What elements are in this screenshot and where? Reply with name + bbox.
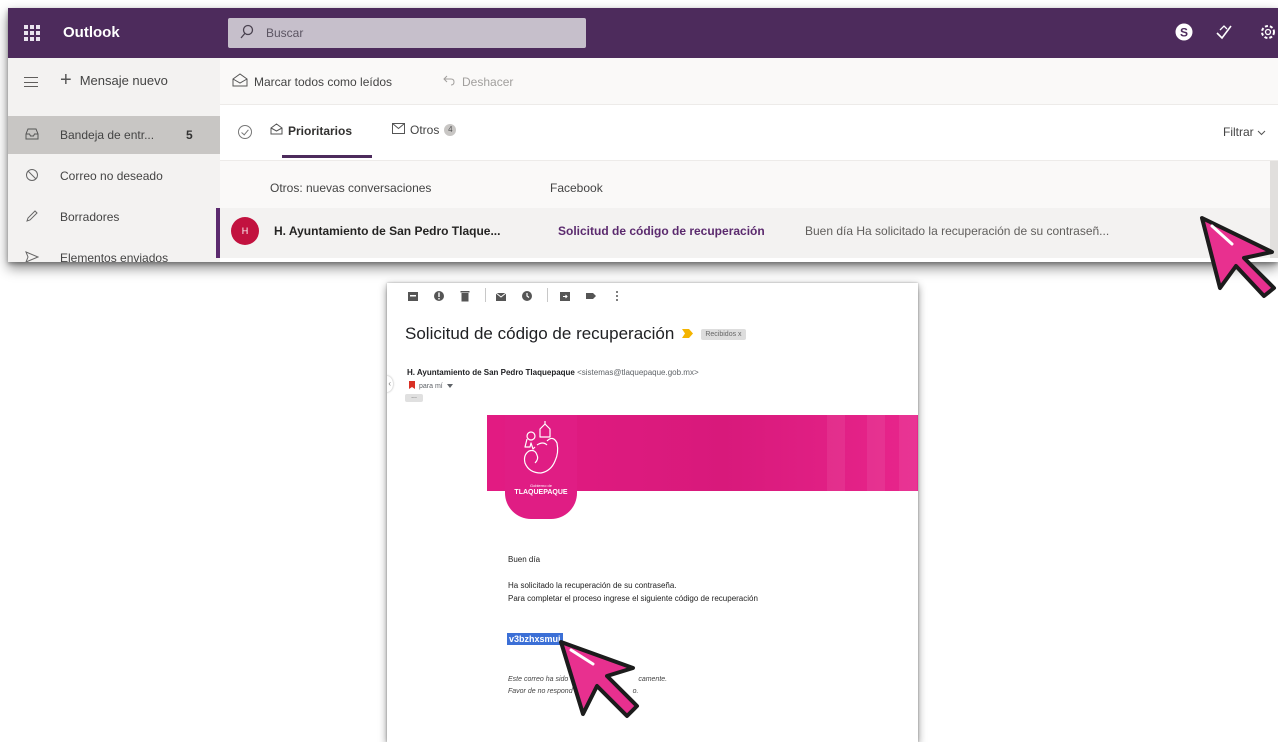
- mouse-pointer-icon: [1198, 214, 1278, 305]
- search-box[interactable]: [228, 18, 586, 48]
- show-trimmed-content[interactable]: ...: [405, 393, 423, 402]
- undo-button[interactable]: Deshacer: [442, 73, 513, 90]
- email-recipient[interactable]: para mí: [409, 381, 453, 391]
- message-list-pane: Marcar todos como leídos Deshacer Priori…: [216, 58, 1278, 262]
- email-viewer: Solicitud de código de recuperación Reci…: [387, 283, 918, 742]
- command-bar: Marcar todos como leídos Deshacer: [220, 58, 1278, 105]
- undo-icon: [442, 73, 456, 90]
- app-name[interactable]: Outlook: [63, 24, 120, 41]
- block-icon: [25, 168, 39, 185]
- folder-sent-label: Elementos enviados: [60, 251, 169, 262]
- inbox-tabs: Prioritarios Otros 4 Filtrar: [220, 105, 1278, 161]
- filter-label: Filtrar: [1222, 125, 1254, 139]
- search-input[interactable]: [266, 22, 566, 44]
- folder-sent[interactable]: Elementos enviados: [8, 239, 220, 262]
- other-conversations-label: Otros: nuevas conversaciones: [270, 181, 432, 195]
- folder-inbox-count: 5: [186, 128, 193, 142]
- logo-caption: Gobierno de: [529, 483, 552, 488]
- sender-name: H. Ayuntamiento de San Pedro Tlaquepaque: [407, 368, 575, 377]
- inbox-label-chip[interactable]: Recibidos x: [701, 328, 746, 340]
- tlaquepaque-logo: Gobierno de TLAQUEPAQUE: [505, 415, 577, 519]
- other-conversations-row[interactable]: Otros: nuevas conversaciones Facebook: [220, 161, 1278, 208]
- labels-icon[interactable]: [585, 289, 597, 301]
- sender-email: <sistemas@tlaquepaque.gob.mx>: [577, 368, 699, 377]
- pencil-icon: [25, 209, 39, 226]
- undo-label: Deshacer: [462, 74, 514, 89]
- mark-all-read-label: Marcar todos como leídos: [254, 74, 393, 89]
- filter-dropdown[interactable]: Filtrar: [1223, 125, 1266, 139]
- sync-icon[interactable]: [1214, 22, 1234, 47]
- email-subject: Solicitud de código de recuperación: [405, 324, 675, 343]
- avatar: H: [231, 217, 259, 245]
- tab-focused[interactable]: Prioritarios: [270, 123, 352, 138]
- email-sender: H. Ayuntamiento de San Pedro Tlaquepaque…: [407, 368, 699, 377]
- importance-marker-icon[interactable]: [682, 325, 694, 343]
- search-icon: [240, 24, 254, 45]
- gear-icon[interactable]: [1258, 22, 1278, 47]
- logo-emblem-icon: [523, 421, 559, 474]
- tab-other-label: Otros: [410, 123, 440, 137]
- new-message-button[interactable]: + Mensaje nuevo: [60, 69, 168, 91]
- bookmark-icon: [409, 381, 415, 391]
- skype-icon[interactable]: S: [1174, 22, 1194, 47]
- svg-text:S: S: [1180, 26, 1188, 40]
- mark-all-read-button[interactable]: Marcar todos como leídos: [232, 73, 392, 90]
- hamburger-icon[interactable]: [24, 77, 38, 87]
- send-icon: [25, 250, 40, 262]
- tab-other[interactable]: Otros 4: [392, 123, 457, 137]
- archive-icon[interactable]: [407, 289, 419, 301]
- inbox-icon: [25, 127, 39, 144]
- move-to-icon[interactable]: [559, 289, 571, 301]
- tab-active-indicator: [282, 155, 372, 158]
- focused-icon: [270, 123, 283, 138]
- chevron-down-icon: [446, 383, 453, 390]
- outlook-header: Outlook S: [8, 8, 1278, 58]
- more-vert-icon[interactable]: [611, 289, 623, 301]
- message-preview: Buen día Ha solicitado la recuperación d…: [805, 224, 1110, 238]
- folder-junk[interactable]: Correo no deseado: [8, 157, 220, 195]
- folder-inbox[interactable]: Bandeja de entr... 5: [8, 116, 220, 154]
- snooze-icon[interactable]: [521, 289, 533, 301]
- recovery-code[interactable]: v3bzhxsmui: [507, 633, 563, 645]
- folder-drafts[interactable]: Borradores: [8, 198, 220, 236]
- folder-pane-header: + Mensaje nuevo: [8, 58, 220, 105]
- inbox-label-text: Recibidos: [705, 330, 737, 338]
- envelope-icon: [392, 123, 405, 137]
- email-toolbar: [387, 283, 918, 309]
- mouse-pointer-icon: [557, 638, 645, 725]
- tab-focused-label: Prioritarios: [288, 123, 353, 138]
- recipient-label: para mí: [419, 382, 443, 390]
- logo-title: TLAQUEPAQUE: [514, 489, 568, 496]
- outlook-window: Outlook S + Mensaje nuevo: [8, 8, 1278, 262]
- other-conversations-source: Facebook: [550, 181, 603, 195]
- message-subject: Solicitud de código de recuperación: [558, 224, 765, 238]
- folder-junk-label: Correo no deseado: [60, 169, 163, 183]
- folder-inbox-label: Bandeja de entr...: [60, 128, 155, 142]
- message-sender: H. Ayuntamiento de San Pedro Tlaque...: [274, 224, 501, 238]
- plus-icon: +: [60, 69, 72, 91]
- chevron-down-icon: [1257, 125, 1266, 139]
- folder-drafts-label: Borradores: [60, 210, 120, 224]
- email-greeting: Buen día: [508, 555, 541, 564]
- new-message-label: Mensaje nuevo: [79, 72, 168, 88]
- envelope-open-icon: [232, 73, 248, 90]
- mark-unread-icon[interactable]: [495, 289, 507, 301]
- delete-icon[interactable]: [459, 289, 471, 302]
- report-spam-icon[interactable]: [433, 289, 445, 301]
- message-row[interactable]: H H. Ayuntamiento de San Pedro Tlaque...…: [216, 208, 1278, 258]
- collapse-handle[interactable]: ‹: [387, 376, 393, 392]
- email-line-2: Para completar el proceso ingrese el sig…: [508, 594, 758, 603]
- email-subject-row: Solicitud de código de recuperación Reci…: [405, 324, 746, 344]
- folder-pane: + Mensaje nuevo Bandeja de entr... 5 Cor…: [8, 58, 220, 262]
- email-line-1: Ha solicitado la recuperación de su cont…: [508, 581, 677, 590]
- select-all-checkbox[interactable]: [238, 125, 252, 139]
- tab-other-count: 4: [444, 124, 457, 136]
- waffle-icon[interactable]: [24, 25, 40, 41]
